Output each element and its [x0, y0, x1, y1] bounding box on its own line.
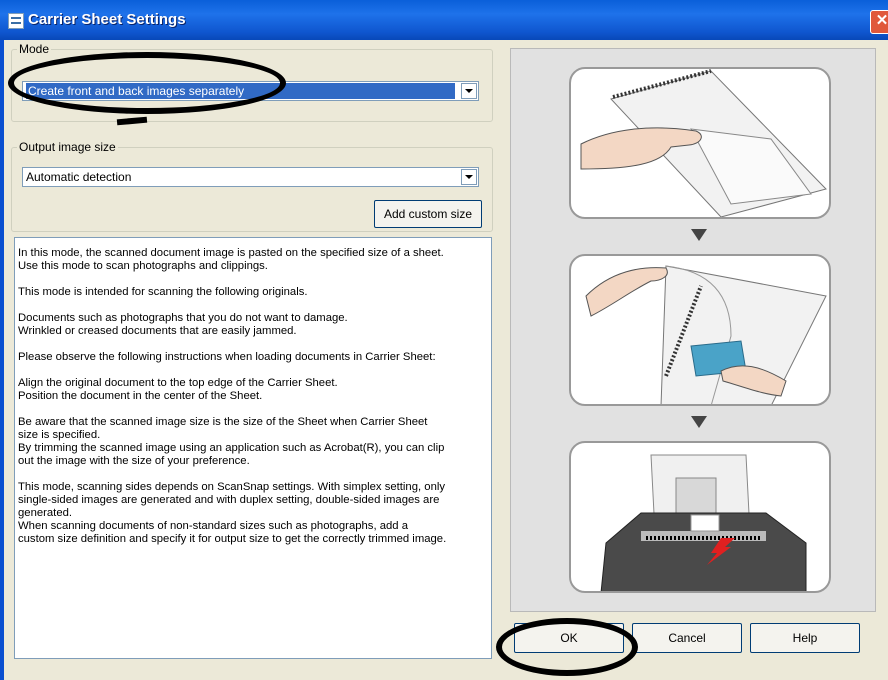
app-icon: [8, 13, 24, 29]
help-button[interactable]: Help: [750, 623, 860, 653]
dropdown-arrow-icon[interactable]: [461, 169, 477, 185]
step-arrow-icon: [691, 416, 707, 428]
description-paragraph: In this mode, the scanned document image…: [18, 247, 444, 272]
description-paragraph: Documents such as photographs that you d…: [18, 312, 348, 337]
step-arrow-icon: [691, 229, 707, 241]
dropdown-arrow-icon[interactable]: [461, 83, 477, 99]
illustration-step-2: [569, 254, 831, 406]
illustration-panel: [510, 48, 876, 612]
mode-legend: Mode: [19, 42, 50, 56]
annotation-circle-ok: [496, 618, 638, 676]
title-bar[interactable]: Carrier Sheet Settings ✕: [0, 0, 888, 40]
illustration-step-1: [569, 67, 831, 219]
cancel-button[interactable]: Cancel: [632, 623, 742, 653]
close-icon[interactable]: ✕: [870, 10, 888, 34]
add-custom-size-button[interactable]: Add custom size: [374, 200, 482, 228]
description-paragraph: This mode is intended for scanning the f…: [18, 286, 308, 298]
annotation-tail: [116, 116, 148, 126]
description-paragraph: Align the original document to the top e…: [18, 377, 338, 402]
place-document-illustration: [585, 265, 827, 404]
description-paragraph: Be aware that the scanned image size is …: [18, 416, 445, 467]
description-paragraph: This mode, scanning sides depends on Sca…: [18, 481, 447, 545]
dialog-body: Mode Create front and back images separa…: [0, 40, 888, 680]
description-paragraph: Please observe the following instruction…: [18, 351, 436, 363]
output-size-select[interactable]: Automatic detection: [22, 167, 479, 187]
window-title: Carrier Sheet Settings: [28, 11, 186, 28]
scanner-illustration: [600, 454, 807, 591]
output-size-value: Automatic detection: [26, 170, 132, 184]
insert-document-illustration: [580, 69, 827, 217]
illustration-step-3: [569, 441, 831, 593]
annotation-circle-mode: [8, 52, 286, 114]
description-textbox[interactable]: In this mode, the scanned document image…: [14, 237, 492, 659]
output-size-legend: Output image size: [19, 140, 116, 154]
